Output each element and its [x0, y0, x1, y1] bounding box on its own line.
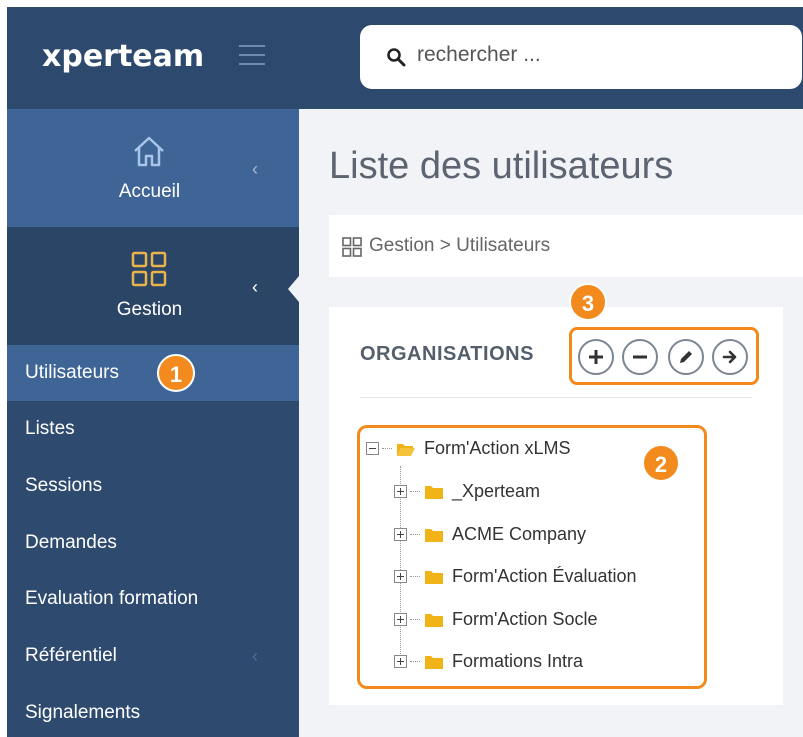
divider: [360, 397, 752, 398]
top-bar: rechercher ...: [299, 7, 803, 109]
folder-icon: [425, 656, 443, 669]
tree-item-label: ACME Company: [452, 524, 587, 544]
home-icon: [134, 136, 164, 167]
callout-badge-2: 2: [642, 444, 680, 482]
organisations-panel: 3 ORGANISATIONS 2 Form'Action xLMS _Xper…: [329, 283, 783, 705]
expand-icon[interactable]: [394, 485, 407, 498]
tree-root-label: Form'Action xLMS: [424, 438, 571, 458]
nav-gestion[interactable]: Gestion ‹: [7, 227, 299, 345]
chevron-left-icon: ‹: [252, 646, 258, 666]
organisation-tree: 2 Form'Action xLMS _Xperteam ACME Compan…: [357, 425, 707, 689]
menu-toggle-icon[interactable]: [239, 45, 265, 65]
menu-item-demandes[interactable]: Demandes: [7, 515, 299, 571]
nav-accueil-label: Accueil: [118, 181, 181, 202]
edit-button[interactable]: [668, 339, 704, 375]
sidebar: xperteam Accueil ‹ Gestion ‹ Utilisateur…: [7, 7, 299, 737]
menu-item-referentiel[interactable]: Référentiel ‹: [7, 628, 299, 684]
menu-item-label: Demandes: [25, 532, 117, 553]
brand-bar: xperteam: [7, 7, 299, 109]
tree-item-label: Form'Action Socle: [452, 609, 598, 629]
folder-icon: [425, 529, 443, 542]
folder-icon: [425, 486, 443, 499]
organisations-title: ORGANISATIONS: [360, 343, 534, 365]
remove-icon: [633, 355, 647, 359]
menu-item-label: Référentiel: [25, 645, 117, 666]
callout-badge-1: 1: [157, 354, 195, 392]
folder-icon: [425, 614, 443, 627]
edit-icon: [680, 351, 692, 363]
actions-highlight: [569, 327, 759, 385]
tree-item-label: Formations Intra: [452, 651, 584, 671]
app-window: xperteam Accueil ‹ Gestion ‹ Utilisateur…: [7, 7, 803, 737]
nav-accueil[interactable]: Accueil ‹: [7, 109, 299, 227]
grid-icon: [342, 237, 362, 257]
grid-icon: [131, 251, 167, 287]
add-button[interactable]: [578, 339, 614, 375]
page-title: Liste des utilisateurs: [329, 145, 674, 187]
add-icon: [589, 350, 603, 364]
logo: xperteam: [42, 39, 205, 74]
tree-item-label: _Xperteam: [452, 481, 541, 501]
remove-button[interactable]: [622, 339, 658, 375]
menu-item-signalements[interactable]: Signalements: [7, 685, 299, 737]
menu-item-label: Listes: [25, 418, 75, 439]
callout-badge-3: 3: [569, 283, 607, 321]
menu-item-label: Sessions: [25, 475, 103, 496]
menu-item-evaluation-formation[interactable]: Evaluation formation: [7, 571, 299, 627]
arrow-right-icon: [722, 350, 737, 364]
menu-item-label: Evaluation formation: [25, 588, 199, 609]
search-placeholder: rechercher ...: [417, 43, 541, 66]
menu-item-label: Signalements: [25, 702, 141, 723]
nav-gestion-label: Gestion: [116, 299, 183, 320]
expand-icon[interactable]: [394, 528, 407, 541]
active-notch: [288, 276, 299, 302]
breadcrumb-text[interactable]: Gestion > Utilisateurs: [369, 235, 550, 257]
expand-icon[interactable]: [394, 570, 407, 583]
menu-item-sessions[interactable]: Sessions: [7, 458, 299, 514]
collapse-icon[interactable]: [366, 442, 379, 455]
folder-open-icon: [397, 444, 415, 456]
menu-item-utilisateurs[interactable]: Utilisateurs 1: [7, 345, 299, 401]
chevron-left-icon: ‹: [252, 277, 258, 297]
menu-item-listes[interactable]: Listes: [7, 401, 299, 457]
expand-icon[interactable]: [394, 655, 407, 668]
search-icon: [387, 48, 406, 67]
move-button[interactable]: [712, 339, 748, 375]
expand-icon[interactable]: [394, 613, 407, 626]
breadcrumb: Gestion > Utilisateurs: [329, 215, 803, 277]
search-input[interactable]: rechercher ...: [360, 25, 802, 89]
menu-item-label: Utilisateurs: [25, 362, 119, 383]
chevron-left-icon: ‹: [252, 159, 258, 179]
folder-icon: [425, 571, 443, 584]
tree-item-label: Form'Action Évaluation: [452, 566, 637, 586]
